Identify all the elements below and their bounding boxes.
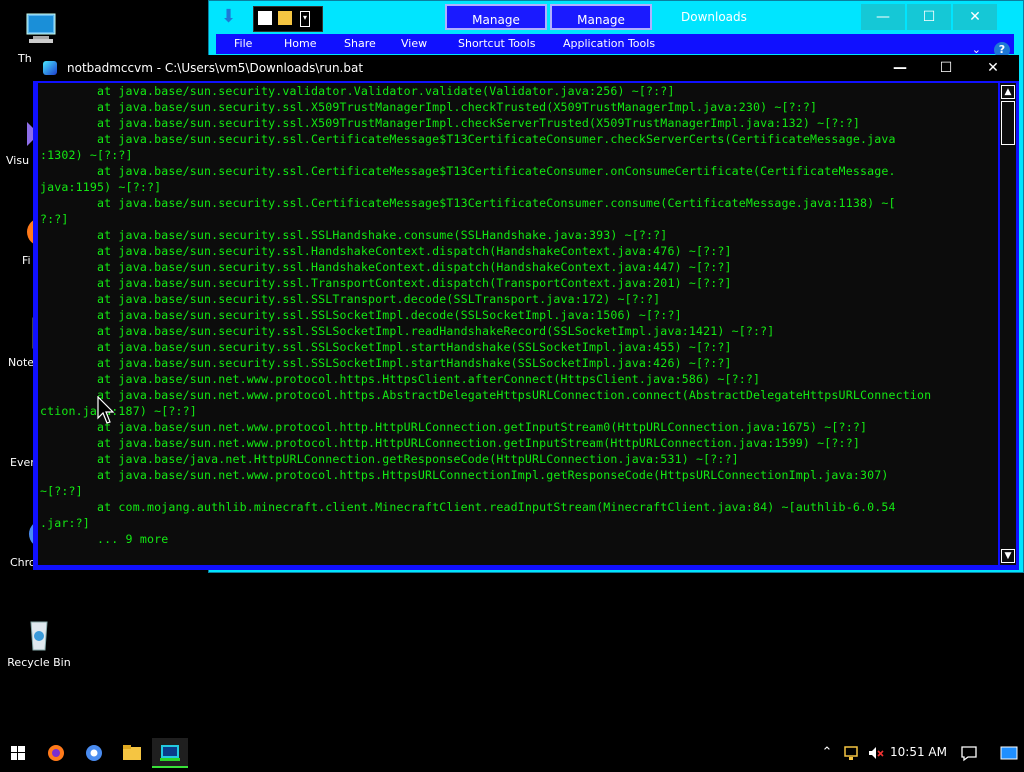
taskbar-cmd[interactable] xyxy=(152,738,188,768)
tab-application-tools[interactable]: Application Tools xyxy=(563,37,655,50)
console-window[interactable]: notbadmccvm - C:\Users\vm5\Downloads\run… xyxy=(33,55,1019,570)
console-line: ?:?] xyxy=(40,212,69,226)
console-line: at java.base/sun.security.ssl.X509TrustM… xyxy=(40,100,818,114)
console-line: at java.base/sun.net.www.protocol.https.… xyxy=(40,388,932,402)
taskbar-clock[interactable]: 10:51 AM xyxy=(890,745,947,759)
taskbar-chrome[interactable] xyxy=(76,738,112,768)
this-pc-icon xyxy=(19,10,59,50)
console-line: .jar:?] xyxy=(40,516,90,530)
file-explorer-icon xyxy=(123,745,141,760)
cmd-window-icon xyxy=(43,61,57,75)
console-minimize-button[interactable]: — xyxy=(877,55,923,81)
console-line: at java.base/sun.security.ssl.SSLHandsha… xyxy=(40,228,668,242)
start-icon xyxy=(11,746,25,760)
show-hidden-icons-chevron-icon[interactable]: ⌃ xyxy=(818,744,836,762)
ribbon-right-controls: ⌄ ? xyxy=(972,35,1010,58)
show-desktop-icon[interactable] xyxy=(998,744,1020,762)
console-output[interactable]: at java.base/sun.security.validator.Vali… xyxy=(38,83,998,565)
firefox-icon xyxy=(48,745,64,761)
scroll-up-button[interactable]: ▲ xyxy=(1001,85,1015,99)
console-line: at java.base/sun.net.www.protocol.https.… xyxy=(40,372,761,386)
console-close-button[interactable]: ✕ xyxy=(970,55,1016,81)
notifications-icon[interactable] xyxy=(958,744,980,762)
console-scrollbar[interactable]: ▲ ▼ xyxy=(999,83,1016,565)
console-line: :1302) ~[?:?] xyxy=(40,148,133,162)
console-line: at java.base/sun.net.www.protocol.http.H… xyxy=(40,420,868,434)
tab-file[interactable]: File xyxy=(234,37,252,50)
taskbar-file-explorer[interactable] xyxy=(114,738,150,768)
start-button[interactable] xyxy=(0,738,36,768)
explorer-title: Downloads xyxy=(681,10,747,24)
cmd-icon xyxy=(160,745,180,761)
new-folder-icon[interactable] xyxy=(278,11,292,25)
console-line: at java.base/sun.net.www.protocol.https.… xyxy=(40,468,889,482)
explorer-titlebar[interactable]: ⬇ ▾ Manage Manage Downloads — ☐ ✕ xyxy=(209,1,1023,35)
tab-view[interactable]: View xyxy=(401,37,427,50)
console-line: at java.base/sun.security.ssl.X509TrustM… xyxy=(40,116,860,130)
mouse-cursor-icon xyxy=(97,396,115,424)
console-line: ~[?:?] xyxy=(40,484,83,498)
taskbar: ⌃ 10:51 AM xyxy=(0,738,1024,768)
tab-share[interactable]: Share xyxy=(344,37,376,50)
console-line: at java.base/sun.security.ssl.HandshakeC… xyxy=(40,260,732,274)
console-line: at java.base/sun.security.ssl.SSLSocketI… xyxy=(40,356,732,370)
explorer-minimize-button[interactable]: — xyxy=(861,4,905,30)
recycle-bin-icon xyxy=(19,614,59,654)
console-line: at java.base/sun.net.www.protocol.http.H… xyxy=(40,436,860,450)
tab-home[interactable]: Home xyxy=(284,37,316,50)
manage-tab-shortcut[interactable]: Manage xyxy=(445,4,547,30)
chrome-icon xyxy=(86,745,102,761)
customize-chevron-icon[interactable]: ▾ xyxy=(300,11,310,27)
console-title: notbadmccvm - C:\Users\vm5\Downloads\run… xyxy=(67,61,364,75)
console-line: at java.base/sun.security.ssl.TransportC… xyxy=(40,276,732,290)
console-line: at java.base/sun.security.ssl.SSLSocketI… xyxy=(40,340,732,354)
console-line: java:1195) ~[?:?] xyxy=(40,180,162,194)
tab-shortcut-tools[interactable]: Shortcut Tools xyxy=(458,37,535,50)
console-line: at java.base/sun.security.ssl.SSLSocketI… xyxy=(40,324,775,338)
volume-muted-icon[interactable] xyxy=(866,744,886,762)
console-text: at java.base/sun.security.validator.Vali… xyxy=(38,83,998,547)
down-arrow-icon[interactable]: ⬇ xyxy=(221,8,239,26)
console-titlebar[interactable]: notbadmccvm - C:\Users\vm5\Downloads\run… xyxy=(33,55,1019,81)
taskbar-firefox[interactable] xyxy=(38,738,74,768)
properties-icon[interactable] xyxy=(258,11,272,25)
scroll-thumb[interactable] xyxy=(1001,101,1015,145)
console-line: at java.base/sun.security.ssl.HandshakeC… xyxy=(40,244,732,258)
console-line: at com.mojang.authlib.minecraft.client.M… xyxy=(40,500,896,514)
console-line: at java.base/sun.security.ssl.SSLTranspo… xyxy=(40,292,661,306)
console-line: at java.base/sun.security.validator.Vali… xyxy=(40,84,675,98)
console-line: at java.base/sun.security.ssl.Certificat… xyxy=(40,132,896,146)
console-line: at java.base/sun.security.ssl.Certificat… xyxy=(40,196,896,210)
manage-tab-application[interactable]: Manage xyxy=(550,4,652,30)
quick-access-toolbar[interactable]: ▾ xyxy=(253,6,323,32)
console-line: ... 9 more xyxy=(40,532,169,546)
console-line: at java.base/java.net.HttpURLConnection.… xyxy=(40,452,739,466)
console-line: at java.base/sun.security.ssl.Certificat… xyxy=(40,164,896,178)
explorer-ribbon-tabs: File Home Share View Shortcut Tools Appl… xyxy=(216,34,1014,58)
explorer-close-button[interactable]: ✕ xyxy=(953,4,997,30)
scroll-down-button[interactable]: ▼ xyxy=(1001,549,1015,563)
console-line: ction.java:187) ~[?:?] xyxy=(40,404,197,418)
console-maximize-button[interactable]: ☐ xyxy=(923,55,969,81)
desktop-icon-recycle-bin[interactable]: Recycle Bin xyxy=(0,614,78,669)
network-icon[interactable] xyxy=(842,744,862,762)
explorer-maximize-button[interactable]: ☐ xyxy=(907,4,951,30)
console-line: at java.base/sun.security.ssl.SSLSocketI… xyxy=(40,308,682,322)
